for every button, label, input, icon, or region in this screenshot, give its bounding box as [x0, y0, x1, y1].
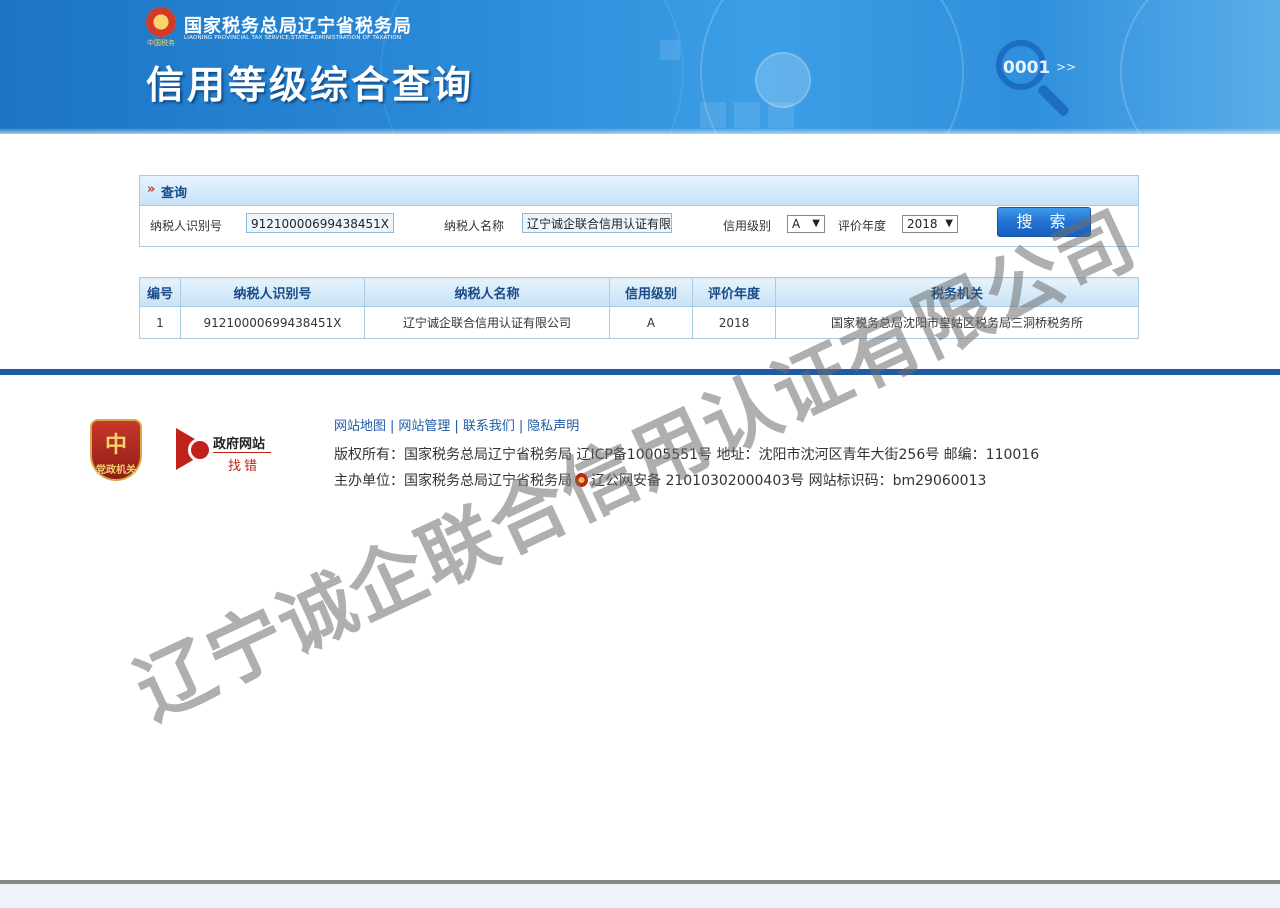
cell-eval-year: 2018 — [692, 306, 776, 339]
column-header-taxpayer-name: 纳税人名称 — [364, 277, 610, 307]
chevron-down-icon: ▼ — [812, 218, 820, 229]
gov-site-title[interactable]: 政府网站 — [213, 433, 265, 452]
credit-level-value: A — [792, 217, 801, 231]
link-separator: | — [454, 419, 459, 434]
cell-taxpayer-name: 辽宁诚企联合信用认证有限公司 — [364, 306, 610, 339]
eval-year-value: 2018 — [907, 217, 938, 231]
link-site-management[interactable]: 网站管理 — [398, 419, 450, 434]
link-privacy[interactable]: 隐私声明 — [527, 419, 579, 434]
host-suffix[interactable]: 辽公网安备 21010302000403号 网站标识码：bm29060013 — [591, 473, 986, 489]
credit-level-label: 信用级别 — [723, 219, 772, 233]
taxpayer-name-label: 纳税人名称 — [444, 219, 505, 233]
badge-glyph: 中 — [104, 433, 127, 458]
link-separator: | — [518, 419, 524, 434]
party-gov-badge-icon[interactable]: 中 党政机关 — [90, 419, 142, 481]
bureau-english-name: LIAONING PROVINCIAL TAX SERVICE,STATE AD… — [184, 35, 402, 41]
magnifier-handle — [1036, 83, 1071, 118]
page-title: 信用等级综合查询 — [146, 63, 475, 107]
decor-square — [660, 40, 680, 60]
results-table: 编号 纳税人识别号 纳税人名称 信用级别 评价年度 税务机关 1 9121000… — [139, 277, 1139, 339]
taxpayer-id-label: 纳税人识别号 — [150, 219, 223, 233]
link-separator: | — [390, 419, 395, 434]
host-info: 主办单位：国家税务总局辽宁省税务局 辽公网安备 21010302000403号 网… — [334, 470, 986, 490]
column-header-credit-level: 信用级别 — [609, 277, 693, 307]
column-header-taxpayer-id: 纳税人识别号 — [180, 277, 365, 307]
decor-square — [700, 102, 726, 128]
tax-emblem-icon — [146, 7, 176, 37]
eval-year-select[interactable]: 2018 ▼ — [902, 215, 958, 233]
cell-tax-office: 国家税务总局沈阳市皇姑区税务局三洞桥税务所 — [775, 306, 1139, 339]
footer-links: 网站地图 | 网站管理 | 联系我们 | 隐私声明 — [334, 415, 579, 434]
police-badge-icon — [575, 473, 588, 487]
decor-circle — [755, 52, 811, 108]
banner-shade — [0, 128, 1280, 134]
badge-text: 党政机关 — [96, 465, 136, 476]
column-header-number: 编号 — [139, 277, 181, 307]
query-panel: » 查询 纳税人识别号 91210000699438451X 纳税人名称 辽宁诚… — [139, 175, 1139, 247]
magnifier-arrows: >> — [1056, 60, 1077, 74]
gov-site-sub[interactable]: 找错 — [228, 455, 260, 474]
search-button[interactable]: 搜 索 — [997, 207, 1091, 237]
table-row: 1 91210000699438451X 辽宁诚企联合信用认证有限公司 A 20… — [139, 306, 1139, 339]
host-prefix: 主办单位：国家税务总局辽宁省税务局 — [334, 473, 572, 489]
eval-year-label: 评价年度 — [838, 219, 887, 233]
chevron-right-icon: » — [147, 182, 156, 197]
link-sitemap[interactable]: 网站地图 — [334, 419, 386, 434]
cell-credit-level: A — [609, 306, 693, 339]
emblem-subtext: 中国税务 — [147, 39, 175, 47]
link-contact-us[interactable]: 联系我们 — [463, 419, 515, 434]
decor-circle — [1120, 0, 1280, 134]
decor-square — [768, 102, 794, 128]
magnifier-ring — [188, 438, 212, 462]
header-banner: 中国税务 国家税务总局辽宁省税务局 LIAONING PROVINCIAL TA… — [0, 0, 1280, 134]
query-header: » 查询 — [140, 176, 1138, 206]
copyright-text: 版权所有：国家税务总局辽宁省税务局 辽ICP备10005551号 地址：沈阳市沈… — [334, 447, 1040, 463]
gov-site-underline — [213, 452, 271, 453]
taxpayer-id-input[interactable]: 91210000699438451X — [246, 213, 394, 233]
magnifier-digits: 0001 — [1003, 58, 1051, 78]
column-header-tax-office: 税务机关 — [775, 277, 1139, 307]
column-header-eval-year: 评价年度 — [692, 277, 776, 307]
credit-level-select[interactable]: A ▼ — [787, 215, 825, 233]
table-header-row: 编号 纳税人识别号 纳税人名称 信用级别 评价年度 税务机关 — [139, 277, 1139, 307]
taxpayer-name-input[interactable]: 辽宁诚企联合信用认证有限公司 — [522, 213, 672, 233]
bottom-area — [0, 884, 1280, 908]
cell-number: 1 — [139, 306, 181, 339]
gov-site-error-icon[interactable] — [176, 428, 216, 470]
chevron-down-icon: ▼ — [945, 218, 953, 229]
footer-divider — [0, 369, 1280, 375]
decor-square — [734, 102, 760, 128]
cell-taxpayer-id: 91210000699438451X — [180, 306, 365, 339]
query-section-label: 查询 — [161, 186, 188, 201]
